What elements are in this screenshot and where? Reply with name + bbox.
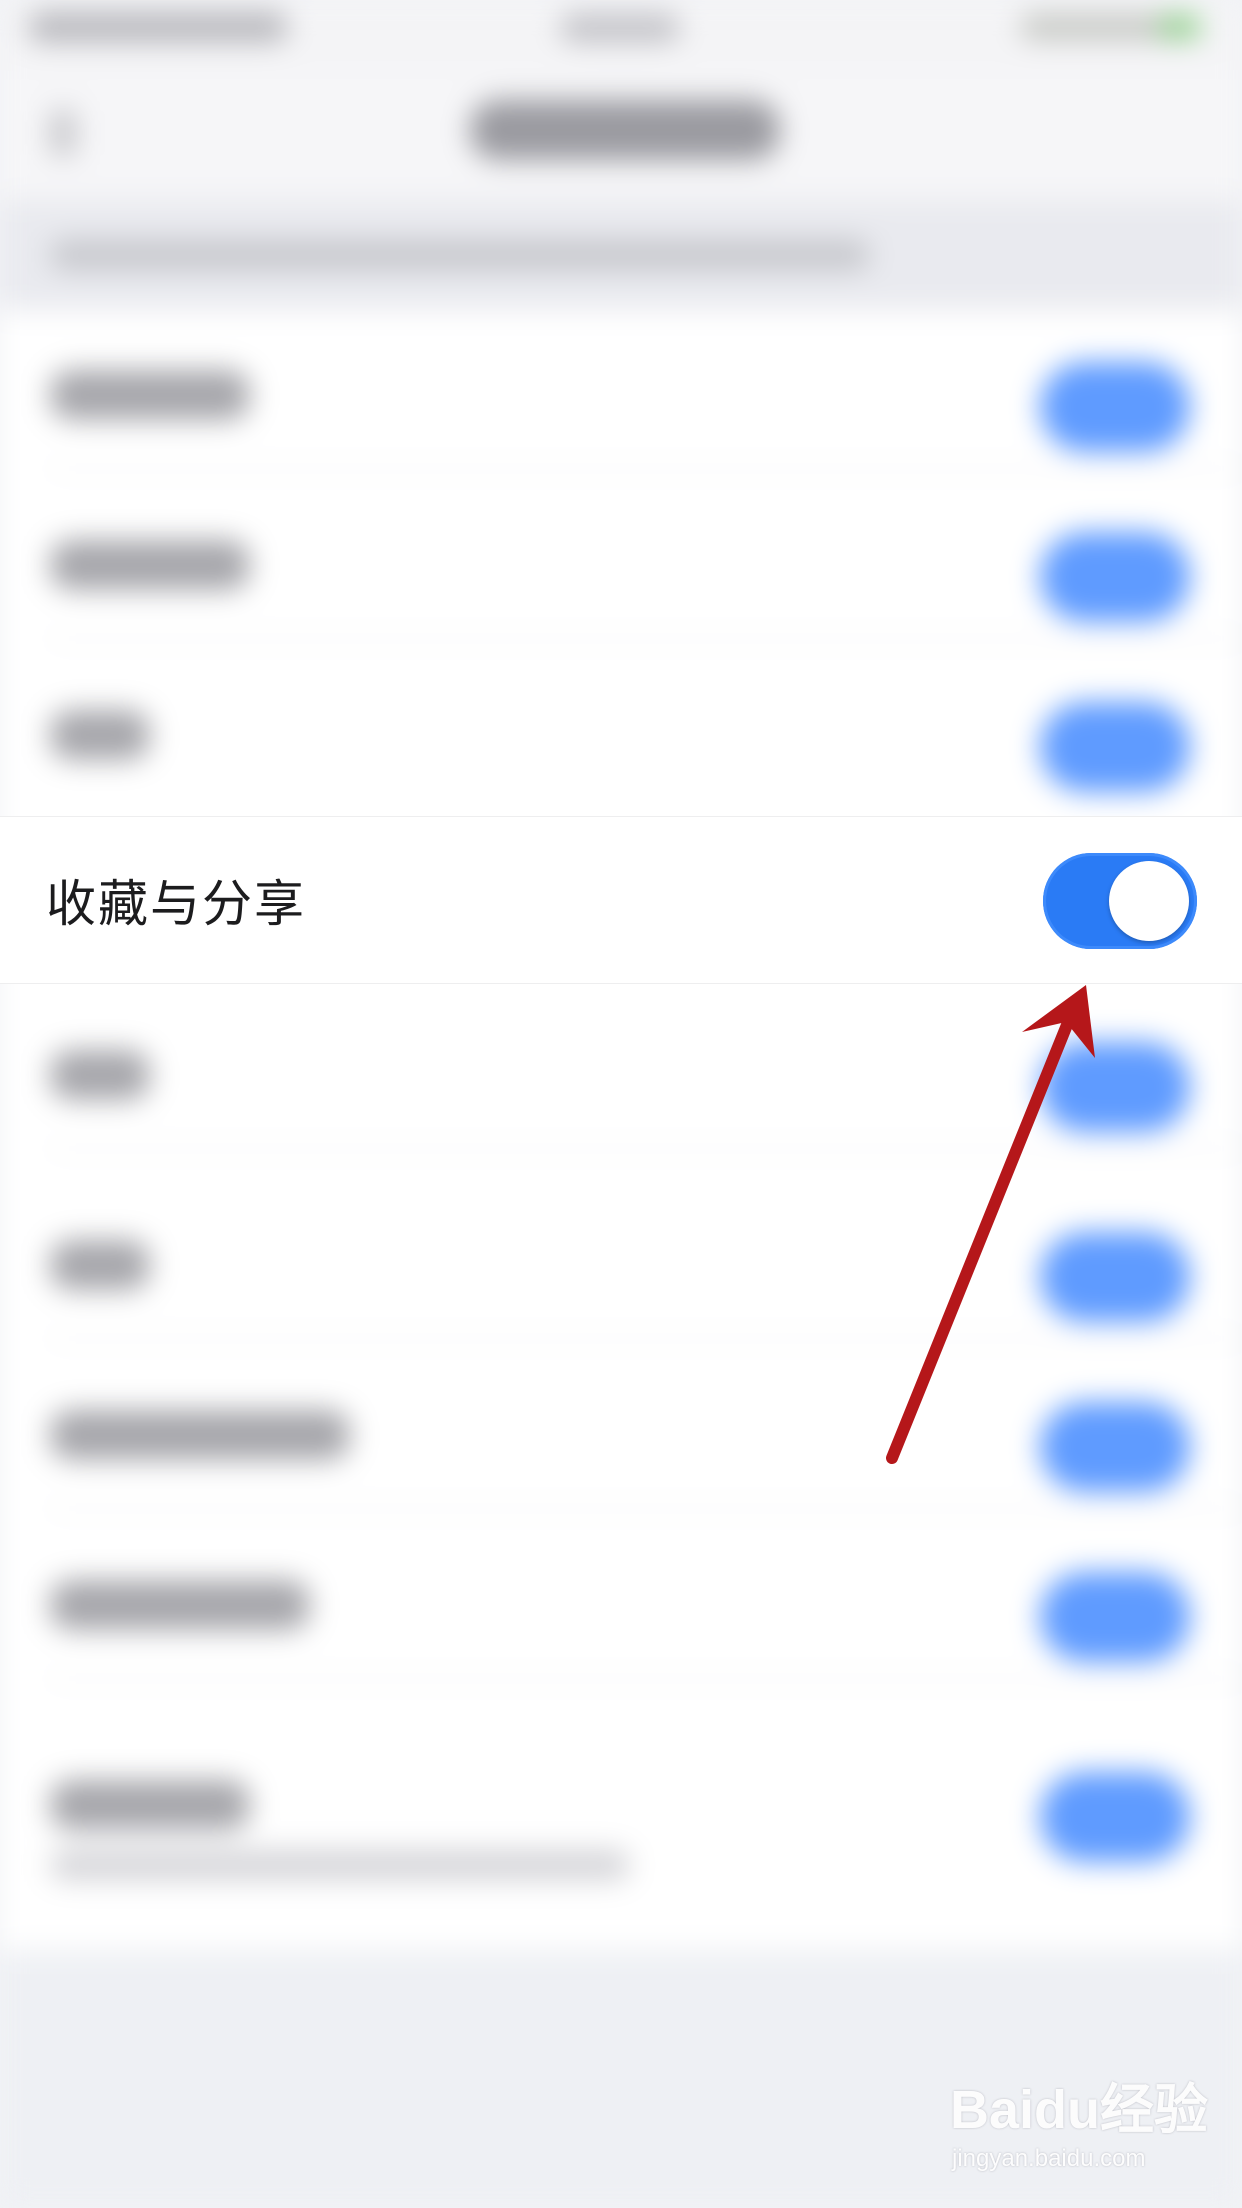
blurred-background [0, 0, 1242, 2208]
list-item[interactable] [0, 1180, 1242, 1340]
collect-and-share-toggle[interactable] [1043, 853, 1197, 949]
section-description-text [50, 240, 870, 270]
status-bar [0, 0, 1242, 70]
list-item-label [50, 540, 250, 590]
watermark-brand: Baidu经验 [950, 2080, 1209, 2140]
list-item-description [50, 1850, 630, 1880]
toggle-switch[interactable] [1040, 532, 1190, 622]
toggle-switch[interactable] [1040, 1572, 1190, 1662]
row-divider [50, 1507, 1242, 1510]
row-divider [50, 1147, 1242, 1150]
section-description [0, 200, 1242, 310]
list-item[interactable] [0, 990, 1242, 1150]
list-item[interactable] [0, 480, 1242, 640]
list-item-label [50, 1240, 150, 1290]
row-divider [50, 1677, 1242, 1680]
row-divider [50, 637, 1242, 640]
list-item[interactable] [0, 1520, 1242, 1680]
settings-screen: 收藏与分享 Baidu经验 jingyan.baidu.com [0, 0, 1242, 2208]
toggle-knob [1109, 861, 1189, 941]
back-arrow-icon[interactable] [50, 110, 76, 156]
list-item-label [50, 710, 150, 760]
list-item[interactable] [0, 1720, 1242, 1880]
toggle-switch[interactable] [1040, 702, 1190, 792]
list-item-collect-and-share[interactable]: 收藏与分享 [0, 816, 1242, 984]
page-title [470, 100, 780, 160]
list-item[interactable] [0, 1350, 1242, 1510]
row-divider [50, 1337, 1242, 1340]
list-item-label [50, 1580, 310, 1630]
watermark-url: jingyan.baidu.com [952, 2145, 1146, 2172]
toggle-switch[interactable] [1040, 1772, 1190, 1862]
toggle-switch[interactable] [1040, 1402, 1190, 1492]
list-item-label: 收藏与分享 [46, 875, 306, 933]
list-item-label [50, 1410, 350, 1460]
list-item[interactable] [0, 310, 1242, 470]
list-item-label [50, 1050, 150, 1100]
list-item-label [50, 370, 250, 420]
row-divider [50, 467, 1242, 470]
status-bar-time [560, 14, 680, 42]
toggle-switch[interactable] [1040, 1042, 1190, 1132]
toggle-switch[interactable] [1040, 1232, 1190, 1322]
toggle-switch[interactable] [1040, 362, 1190, 452]
battery-icon [1160, 16, 1200, 38]
list-item-label [50, 1780, 250, 1830]
list-item[interactable] [0, 650, 1242, 810]
status-bar-carrier [28, 12, 288, 42]
baidu-watermark: Baidu经验 jingyan.baidu.com [950, 2065, 1220, 2185]
navigation-bar [0, 70, 1242, 200]
